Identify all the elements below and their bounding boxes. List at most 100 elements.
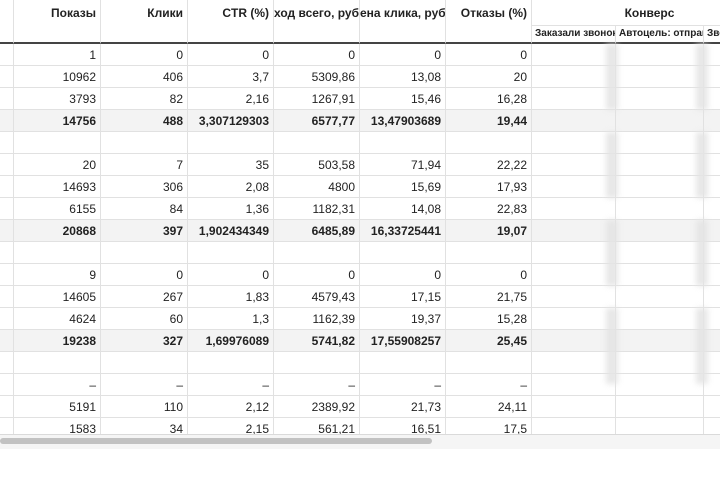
total-clicks[interactable]: 327 bbox=[101, 330, 188, 352]
total-ctr[interactable]: 1,69976089 bbox=[188, 330, 274, 352]
row-header-stub[interactable] bbox=[0, 0, 14, 26]
cell-conv-call[interactable] bbox=[532, 44, 616, 66]
empty-cell[interactable] bbox=[14, 132, 101, 154]
cell-cpc[interactable]: 17,15 bbox=[360, 286, 446, 308]
cell-cost[interactable]: – bbox=[274, 374, 360, 396]
total-conv-autogoal[interactable] bbox=[616, 220, 704, 242]
cell-cpc[interactable]: 21,73 bbox=[360, 396, 446, 418]
cell-bounces[interactable]: 0 bbox=[446, 264, 532, 286]
total-shows[interactable]: 14756 bbox=[14, 110, 101, 132]
cell-bounces[interactable]: 21,75 bbox=[446, 286, 532, 308]
cell-cost[interactable]: 4579,43 bbox=[274, 286, 360, 308]
subheader-empty[interactable] bbox=[0, 26, 14, 44]
cell-cost[interactable]: 503,58 bbox=[274, 154, 360, 176]
empty-cell[interactable] bbox=[0, 132, 14, 154]
cell-bounces[interactable]: 24,11 bbox=[446, 396, 532, 418]
subheader-empty[interactable] bbox=[360, 26, 446, 44]
cell-clicks[interactable]: 267 bbox=[101, 286, 188, 308]
empty-cell[interactable] bbox=[274, 242, 360, 264]
cell-cost[interactable]: 1162,39 bbox=[274, 308, 360, 330]
cell-shows[interactable]: 1 bbox=[14, 44, 101, 66]
empty-cell[interactable] bbox=[188, 132, 274, 154]
cell-conv-call[interactable] bbox=[532, 88, 616, 110]
row-stub[interactable] bbox=[0, 198, 14, 220]
cell-conv-autogoal[interactable] bbox=[616, 396, 704, 418]
row-stub[interactable] bbox=[0, 374, 14, 396]
cell-conv-call[interactable] bbox=[532, 154, 616, 176]
cell-shows[interactable]: 9 bbox=[14, 264, 101, 286]
cell-ctr[interactable]: 2,16 bbox=[188, 88, 274, 110]
row-stub[interactable] bbox=[0, 88, 14, 110]
column-header-cpc[interactable]: ена клика, руб. bbox=[360, 0, 446, 26]
total-shows[interactable]: 20868 bbox=[14, 220, 101, 242]
cell-cpc[interactable]: 0 bbox=[360, 44, 446, 66]
cell-shows[interactable]: 14693 bbox=[14, 176, 101, 198]
subheader-empty[interactable] bbox=[101, 26, 188, 44]
total-cost[interactable]: 5741,82 bbox=[274, 330, 360, 352]
cell-ctr[interactable]: – bbox=[188, 374, 274, 396]
total-shows[interactable]: 19238 bbox=[14, 330, 101, 352]
cell-cost[interactable]: 561,21 bbox=[274, 418, 360, 434]
cell-shows[interactable]: 3793 bbox=[14, 88, 101, 110]
cell-shows[interactable]: 10962 bbox=[14, 66, 101, 88]
empty-cell[interactable] bbox=[188, 352, 274, 374]
total-cost[interactable]: 6577,77 bbox=[274, 110, 360, 132]
cell-clicks[interactable]: 110 bbox=[101, 396, 188, 418]
total-conv-call[interactable] bbox=[532, 220, 616, 242]
cell-ctr[interactable]: 0 bbox=[188, 44, 274, 66]
empty-cell[interactable] bbox=[446, 352, 532, 374]
total-cost[interactable]: 6485,89 bbox=[274, 220, 360, 242]
cell-cost[interactable]: 2389,92 bbox=[274, 396, 360, 418]
total-bounces[interactable]: 19,44 bbox=[446, 110, 532, 132]
row-stub[interactable] bbox=[0, 220, 14, 242]
cell-bounces[interactable]: 15,28 bbox=[446, 308, 532, 330]
cell-bounces[interactable]: 22,22 bbox=[446, 154, 532, 176]
cell-shows[interactable]: 4624 bbox=[14, 308, 101, 330]
cell-clicks[interactable]: 0 bbox=[101, 44, 188, 66]
empty-cell[interactable] bbox=[532, 132, 616, 154]
row-stub[interactable] bbox=[0, 44, 14, 66]
cell-cpc[interactable]: 15,46 bbox=[360, 88, 446, 110]
cell-bounces[interactable]: 22,83 bbox=[446, 198, 532, 220]
row-stub[interactable] bbox=[0, 110, 14, 132]
cell-conv-autogoal[interactable] bbox=[616, 308, 704, 330]
column-header-shows[interactable]: Показы bbox=[14, 0, 101, 26]
cell-clicks[interactable]: 406 bbox=[101, 66, 188, 88]
cell-conv-call[interactable] bbox=[532, 308, 616, 330]
empty-cell[interactable] bbox=[14, 242, 101, 264]
cell-shows[interactable]: 20 bbox=[14, 154, 101, 176]
empty-cell[interactable] bbox=[446, 242, 532, 264]
cell-cpc[interactable]: 14,08 bbox=[360, 198, 446, 220]
cell-bounces[interactable]: 17,93 bbox=[446, 176, 532, 198]
empty-cell[interactable] bbox=[14, 352, 101, 374]
cell-cpc[interactable]: 71,94 bbox=[360, 154, 446, 176]
cell-cpc[interactable]: 16,51 bbox=[360, 418, 446, 434]
total-conv-autogoal[interactable] bbox=[616, 330, 704, 352]
column-header-conversions[interactable]: Конверс bbox=[532, 0, 720, 26]
empty-cell[interactable] bbox=[616, 132, 704, 154]
total-clicks[interactable]: 397 bbox=[101, 220, 188, 242]
cell-conv-autogoal[interactable] bbox=[616, 198, 704, 220]
empty-cell[interactable] bbox=[274, 352, 360, 374]
row-stub[interactable] bbox=[0, 264, 14, 286]
empty-cell[interactable] bbox=[532, 242, 616, 264]
empty-cell[interactable] bbox=[0, 352, 14, 374]
cell-shows[interactable]: 5191 bbox=[14, 396, 101, 418]
cell-conv-autogoal[interactable] bbox=[616, 374, 704, 396]
cell-ctr[interactable]: 2,12 bbox=[188, 396, 274, 418]
cell-conv-call[interactable] bbox=[532, 176, 616, 198]
cell-bounces[interactable]: 0 bbox=[446, 44, 532, 66]
cell-cost[interactable]: 5309,86 bbox=[274, 66, 360, 88]
cell-conv-call[interactable] bbox=[532, 264, 616, 286]
cell-conv-autogoal[interactable] bbox=[616, 88, 704, 110]
cell-conv-autogoal[interactable] bbox=[616, 44, 704, 66]
subheader-empty[interactable] bbox=[446, 26, 532, 44]
cell-clicks[interactable]: 34 bbox=[101, 418, 188, 434]
row-stub[interactable] bbox=[0, 330, 14, 352]
cell-cpc[interactable]: 15,69 bbox=[360, 176, 446, 198]
empty-cell[interactable] bbox=[101, 132, 188, 154]
cell-clicks[interactable]: 82 bbox=[101, 88, 188, 110]
cell-conv-autogoal[interactable] bbox=[616, 176, 704, 198]
row-stub[interactable] bbox=[0, 286, 14, 308]
cell-cpc[interactable]: 19,37 bbox=[360, 308, 446, 330]
